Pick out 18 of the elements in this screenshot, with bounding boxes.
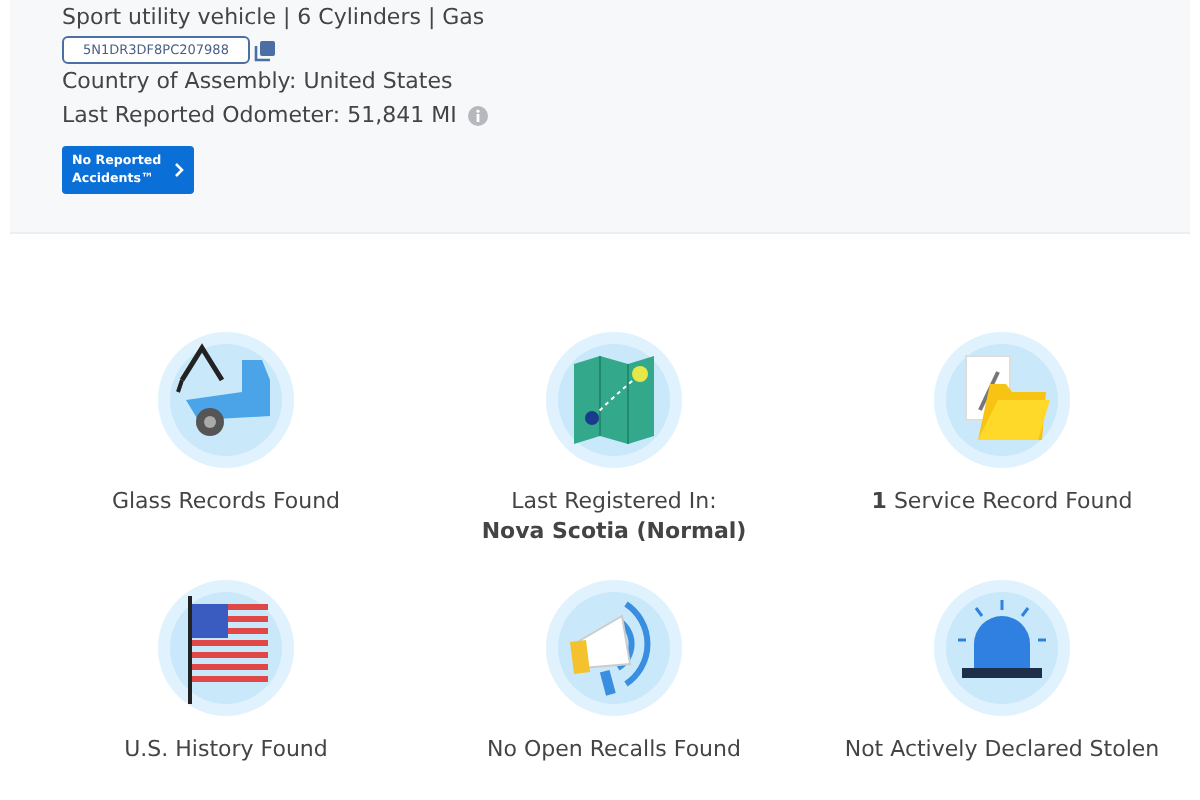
highlight-label: 1 Service Record Found (871, 486, 1133, 516)
assembly-country: Country of Assembly: United States (62, 66, 455, 98)
vehicle-description: Sport utility vehicle | 6 Cylinders | Gas (62, 2, 487, 34)
tow-truck-icon (156, 330, 296, 470)
siren-icon (932, 578, 1072, 718)
highlight-label: Not Actively Declared Stolen (844, 734, 1160, 764)
highlight-label: Glass Records Found (111, 486, 341, 516)
map-icon (544, 330, 684, 470)
flag-icon (156, 578, 296, 718)
highlight-label: U.S. History Found (124, 734, 328, 764)
region-detail: Nova Scotia (Normal) (481, 516, 747, 546)
highlight-label: Last Registered In: (509, 486, 719, 516)
chevron-icon (174, 162, 184, 178)
copy-icon[interactable] (254, 39, 276, 61)
highlight-label: No Open Recalls Found (487, 734, 741, 764)
folder-icon (932, 330, 1072, 470)
megaphone-icon (544, 578, 684, 718)
odometer-reading: Last Reported Odometer: 51,841 MI (62, 100, 457, 132)
